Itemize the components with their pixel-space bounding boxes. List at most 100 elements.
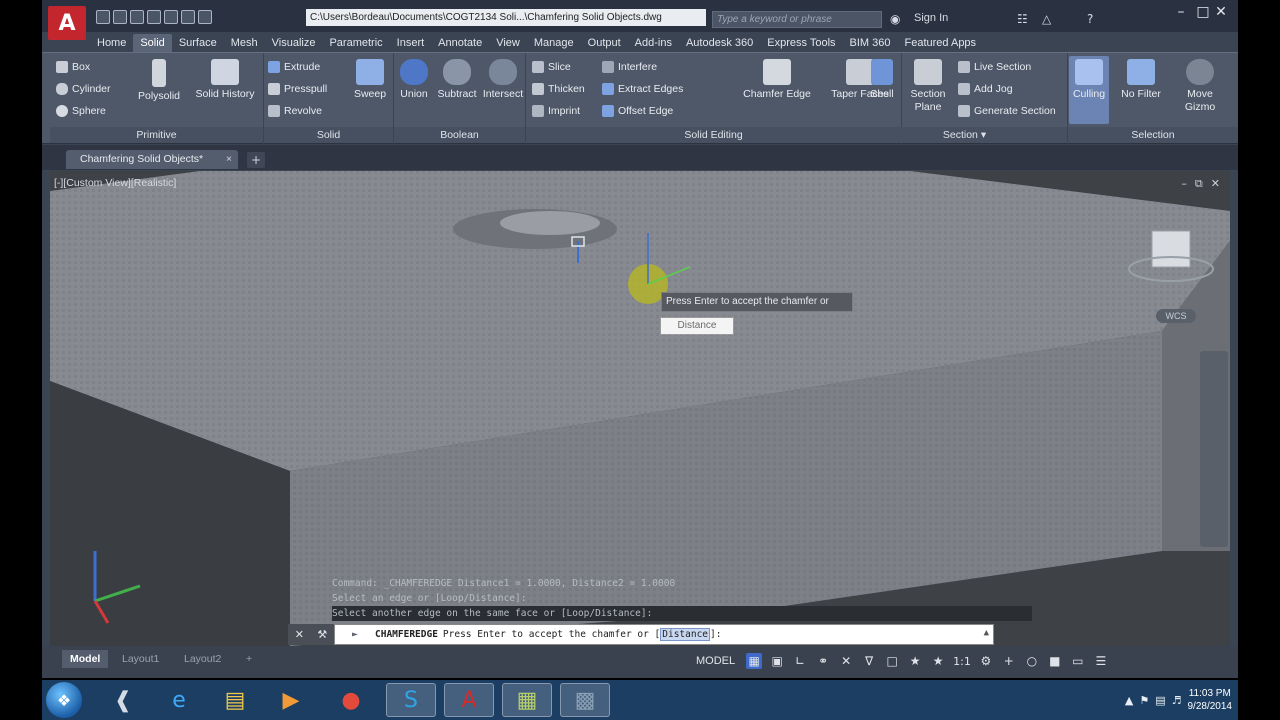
solid-history-button[interactable]: Solid History bbox=[192, 59, 258, 101]
offset-edge-button[interactable]: Offset Edge bbox=[602, 105, 673, 117]
ribbon-tab-view[interactable]: View bbox=[489, 34, 527, 52]
new-layout-button[interactable]: + bbox=[238, 650, 260, 668]
network-icon[interactable]: ▤ bbox=[1155, 694, 1165, 707]
add-jog-button[interactable]: Add Jog bbox=[958, 83, 1013, 95]
union-button[interactable]: Union bbox=[394, 59, 434, 101]
distance-option[interactable]: Distance bbox=[660, 628, 711, 641]
polar-icon[interactable]: ⚭ bbox=[815, 653, 831, 669]
recorder-icon[interactable]: ▩ bbox=[560, 683, 610, 717]
ribbon-tab-visualize[interactable]: Visualize bbox=[265, 34, 323, 52]
model-space-toggle[interactable]: MODEL bbox=[692, 654, 739, 668]
intersect-button[interactable]: Intersect bbox=[480, 59, 526, 101]
start-button[interactable]: ❖ bbox=[46, 682, 82, 718]
customization-menu-icon[interactable]: ☰ bbox=[1093, 653, 1109, 669]
command-prompt-icon[interactable]: ► bbox=[335, 629, 375, 640]
ribbon-tab-manage[interactable]: Manage bbox=[527, 34, 581, 52]
scroll-up-icon[interactable]: ▲ bbox=[984, 628, 989, 638]
ribbon-tab-express-tools[interactable]: Express Tools bbox=[760, 34, 842, 52]
open-icon[interactable] bbox=[113, 10, 127, 24]
live-section-button[interactable]: Live Section bbox=[958, 61, 1031, 73]
no-filter-button[interactable]: No Filter bbox=[1116, 59, 1166, 101]
sweep-button[interactable]: Sweep bbox=[348, 59, 392, 101]
drawing-viewport[interactable]: [-][Custom View][Realistic] – ⧉ ✕ Press … bbox=[50, 171, 1230, 646]
thicken-button[interactable]: Thicken bbox=[532, 83, 585, 95]
isolate-objects-icon[interactable]: ○ bbox=[1024, 653, 1040, 669]
chamfer-edge-button[interactable]: Chamfer Edge bbox=[738, 59, 816, 101]
workspace-gear-icon[interactable]: ⚙ bbox=[978, 653, 994, 669]
save-icon[interactable] bbox=[130, 10, 144, 24]
minimize-icon[interactable]: – bbox=[1172, 4, 1190, 20]
shell-button[interactable]: Shell bbox=[864, 59, 900, 101]
grid-icon[interactable]: ▦ bbox=[746, 653, 763, 669]
box-button[interactable]: Box bbox=[56, 61, 90, 73]
minimize-viewport-icon[interactable]: – bbox=[1181, 177, 1187, 191]
ribbon-tab-insert[interactable]: Insert bbox=[390, 34, 432, 52]
navigation-bar[interactable] bbox=[1200, 351, 1228, 547]
model-tab[interactable]: Model bbox=[62, 650, 109, 668]
autodesk-app-icon[interactable]: ❰ bbox=[98, 683, 148, 717]
sign-in-button[interactable]: Sign In bbox=[914, 12, 948, 24]
distance-option-field[interactable]: Distance bbox=[660, 317, 734, 335]
revolve-button[interactable]: Revolve bbox=[268, 105, 322, 117]
ribbon-tab-featured-apps[interactable]: Featured Apps bbox=[898, 34, 984, 52]
chrome-icon[interactable]: ● bbox=[326, 683, 376, 717]
close-command-icon[interactable]: ✕ bbox=[295, 628, 304, 641]
close-icon[interactable]: ✕ bbox=[1212, 4, 1230, 20]
object-snap-icon[interactable]: □ bbox=[884, 653, 900, 669]
section-plane-button[interactable]: Section Plane bbox=[906, 59, 950, 114]
internet-explorer-icon[interactable]: e bbox=[154, 683, 204, 717]
ribbon-tab-mesh[interactable]: Mesh bbox=[224, 34, 265, 52]
file-tab[interactable]: Chamfering Solid Objects* × bbox=[66, 150, 238, 169]
ribbon-tab-bim-360[interactable]: BIM 360 bbox=[843, 34, 898, 52]
volume-icon[interactable]: ♬ bbox=[1172, 694, 1182, 707]
ribbon-tab-solid[interactable]: Solid bbox=[133, 34, 172, 52]
section-panel-title[interactable]: Section ▾ bbox=[862, 127, 1067, 143]
sphere-button[interactable]: Sphere bbox=[56, 105, 106, 117]
layout2-tab[interactable]: Layout2 bbox=[176, 650, 229, 668]
binoculars-icon[interactable]: ◉ bbox=[890, 12, 900, 26]
interfere-button[interactable]: Interfere bbox=[602, 61, 657, 73]
notes-icon[interactable]: ▦ bbox=[502, 683, 552, 717]
subtract-button[interactable]: Subtract bbox=[434, 59, 480, 101]
tray-expand-icon[interactable]: ▲ bbox=[1125, 694, 1133, 707]
plus-icon[interactable]: + bbox=[1001, 653, 1017, 669]
ribbon-tab-home[interactable]: Home bbox=[90, 34, 133, 52]
restore-viewport-icon[interactable]: ⧉ bbox=[1195, 177, 1203, 191]
customize-icon[interactable]: ⚒ bbox=[317, 628, 327, 641]
application-menu-button[interactable]: A bbox=[48, 6, 86, 40]
cart-icon[interactable]: ☷ bbox=[1017, 12, 1028, 26]
autodesk-360-icon[interactable]: △ bbox=[1042, 12, 1051, 26]
snap-icon[interactable]: ▣ bbox=[769, 653, 785, 669]
slice-button[interactable]: Slice bbox=[532, 61, 571, 73]
polysolid-button[interactable]: Polysolid bbox=[134, 59, 184, 103]
wcs-menu[interactable]: WCS bbox=[1156, 309, 1196, 323]
imprint-button[interactable]: Imprint bbox=[532, 105, 580, 117]
clock[interactable]: 11:03 PM 9/28/2014 bbox=[1188, 687, 1233, 713]
undo-icon[interactable] bbox=[181, 10, 195, 24]
close-viewport-icon[interactable]: ✕ bbox=[1211, 177, 1220, 191]
autoscale-icon[interactable]: ★ bbox=[930, 653, 946, 669]
plot-icon[interactable] bbox=[164, 10, 178, 24]
extract-edges-button[interactable]: Extract Edges bbox=[602, 83, 683, 95]
hardware-acceleration-icon[interactable]: ■ bbox=[1047, 653, 1063, 669]
annotation-visibility-icon[interactable]: ★ bbox=[907, 653, 923, 669]
action-center-icon[interactable]: ⚑ bbox=[1139, 694, 1149, 707]
file-explorer-icon[interactable]: ▤ bbox=[210, 683, 260, 717]
generate-section-button[interactable]: Generate Section bbox=[958, 105, 1056, 117]
close-tab-icon[interactable]: × bbox=[226, 150, 232, 169]
ortho-icon[interactable]: ∟ bbox=[792, 653, 808, 669]
autocad-taskbar-icon[interactable]: A bbox=[444, 683, 494, 717]
extrude-button[interactable]: Extrude bbox=[268, 61, 320, 73]
cylinder-button[interactable]: Cylinder bbox=[56, 83, 111, 95]
move-gizmo-button[interactable]: Move Gizmo bbox=[1180, 59, 1220, 114]
save-as-icon[interactable] bbox=[147, 10, 161, 24]
new-icon[interactable] bbox=[96, 10, 110, 24]
media-player-icon[interactable]: ▶ bbox=[266, 683, 316, 717]
search-input[interactable]: Type a keyword or phrase bbox=[712, 11, 882, 28]
ribbon-tab-parametric[interactable]: Parametric bbox=[322, 34, 389, 52]
ribbon-tab-output[interactable]: Output bbox=[581, 34, 628, 52]
layout1-tab[interactable]: Layout1 bbox=[114, 650, 167, 668]
command-line[interactable]: ► CHAMFEREDGE Press Enter to accept the … bbox=[334, 624, 994, 645]
ribbon-tab-add-ins[interactable]: Add-ins bbox=[628, 34, 679, 52]
presspull-button[interactable]: Presspull bbox=[268, 83, 327, 95]
